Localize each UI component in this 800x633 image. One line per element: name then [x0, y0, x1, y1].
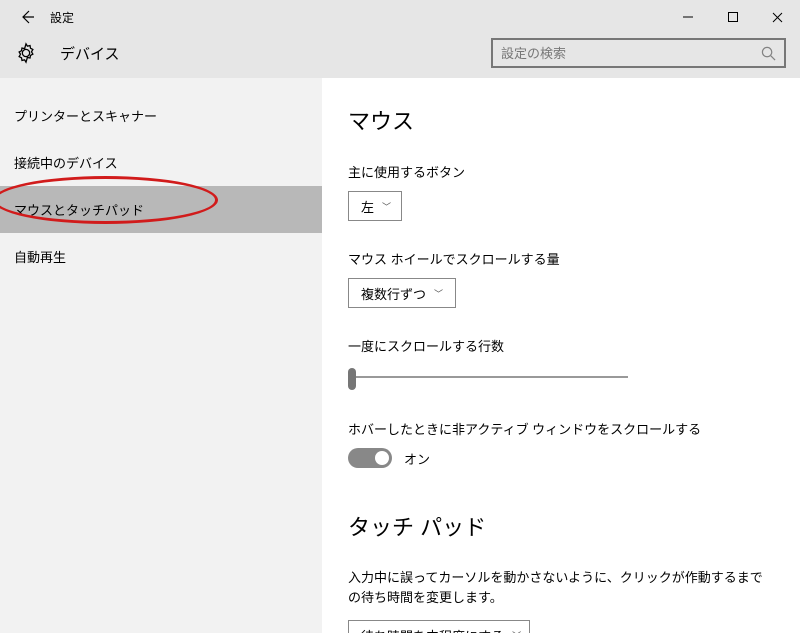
wheel-scroll-select[interactable]: 複数行ずつ ﹀: [348, 278, 456, 308]
close-button[interactable]: [755, 0, 800, 34]
sidebar: プリンターとスキャナー 接続中のデバイス マウスとタッチパッド 自動再生: [0, 78, 322, 633]
search-icon: [761, 46, 776, 61]
wheel-scroll-value: 複数行ずつ: [361, 284, 426, 303]
sidebar-item-printers-scanners[interactable]: プリンターとスキャナー: [0, 92, 322, 139]
primary-button-label: 主に使用するボタン: [348, 162, 774, 181]
sidebar-item-label: プリンターとスキャナー: [14, 106, 157, 125]
window-title: 設定: [46, 9, 74, 26]
chevron-down-icon: ﹀: [512, 629, 521, 633]
lines-per-scroll-slider[interactable]: [348, 365, 628, 389]
hover-scroll-state: オン: [404, 449, 430, 468]
sidebar-item-label: マウスとタッチパッド: [14, 200, 144, 219]
sidebar-item-mouse-touchpad[interactable]: マウスとタッチパッド: [0, 186, 322, 233]
sidebar-item-label: 自動再生: [14, 247, 66, 266]
toggle-knob: [375, 451, 389, 465]
maximize-icon: [728, 12, 738, 22]
primary-button-select[interactable]: 左 ﹀: [348, 191, 402, 221]
titlebar: 設定: [0, 0, 800, 34]
wheel-scroll-label: マウス ホイールでスクロールする量: [348, 249, 774, 268]
touchpad-delay-value: 待ち時間を中程度にする: [361, 626, 504, 633]
chevron-down-icon: ﹀: [434, 287, 443, 300]
minimize-icon: [683, 12, 693, 22]
settings-search-box[interactable]: [491, 38, 786, 68]
settings-gear-icon: [14, 41, 38, 65]
close-icon: [772, 12, 783, 23]
page-category-title: デバイス: [38, 43, 120, 64]
main-area: プリンターとスキャナー 接続中のデバイス マウスとタッチパッド 自動再生 マウス…: [0, 78, 800, 633]
sidebar-item-connected-devices[interactable]: 接続中のデバイス: [0, 139, 322, 186]
slider-track: [348, 376, 628, 378]
minimize-button[interactable]: [665, 0, 710, 34]
maximize-button[interactable]: [710, 0, 755, 34]
sidebar-item-label: 接続中のデバイス: [14, 153, 118, 172]
touchpad-delay-select[interactable]: 待ち時間を中程度にする ﹀: [348, 620, 530, 633]
chevron-down-icon: ﹀: [382, 200, 391, 213]
sidebar-item-autoplay[interactable]: 自動再生: [0, 233, 322, 280]
hover-scroll-toggle[interactable]: [348, 448, 392, 468]
mouse-section-heading: マウス: [348, 104, 774, 136]
hover-scroll-label: ホバーしたときに非アクティブ ウィンドウをスクロールする: [348, 419, 774, 438]
lines-per-scroll-label: 一度にスクロールする行数: [348, 336, 774, 355]
content-pane: マウス 主に使用するボタン 左 ﹀ マウス ホイールでスクロールする量 複数行ず…: [322, 78, 800, 633]
settings-search-input[interactable]: [501, 46, 761, 61]
touchpad-section-heading: タッチ パッド: [348, 510, 774, 542]
primary-button-value: 左: [361, 197, 374, 216]
subheader: デバイス: [0, 34, 800, 78]
back-arrow-icon: [19, 9, 35, 25]
back-button[interactable]: [8, 0, 46, 34]
slider-thumb[interactable]: [348, 368, 356, 390]
touchpad-delay-description: 入力中に誤ってカーソルを動かさないように、クリックが作動するまでの待ち時間を変更…: [348, 568, 774, 608]
